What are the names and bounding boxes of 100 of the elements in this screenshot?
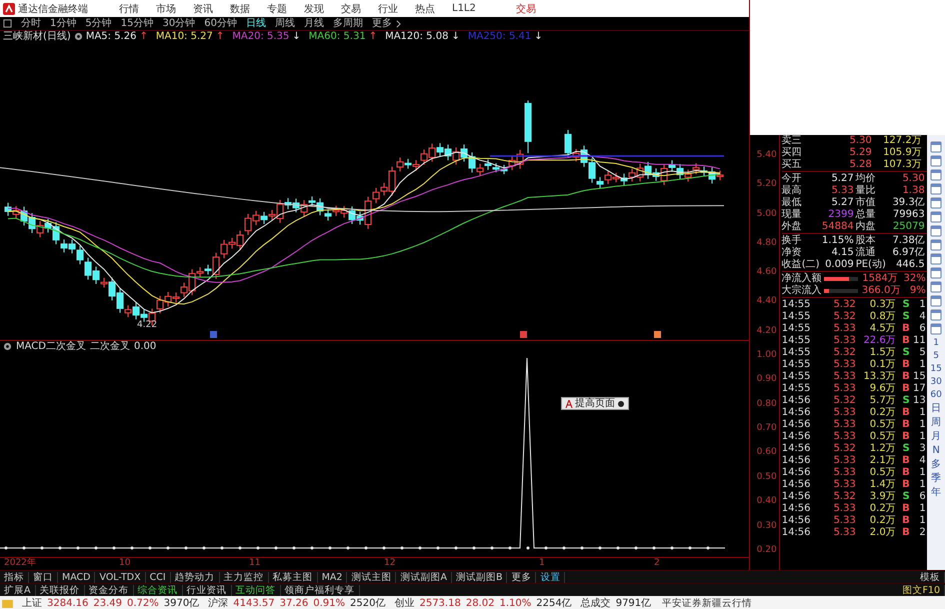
- window-icon[interactable]: [930, 295, 942, 307]
- trend-arrow: ↓: [292, 31, 301, 42]
- trade-time: 14:56: [782, 431, 812, 443]
- period-tab[interactable]: 5分钟: [85, 18, 112, 30]
- window-icon[interactable]: [930, 239, 942, 251]
- window-icon[interactable]: [930, 211, 942, 223]
- indicator-value: 0.00: [134, 341, 156, 352]
- window-icon[interactable]: [930, 323, 942, 335]
- period-button[interactable]: 60: [930, 389, 942, 401]
- trade-side: S: [902, 395, 910, 407]
- index-value: 2573.18: [419, 598, 461, 608]
- stat-label: 换手: [782, 235, 803, 247]
- index-turnover: 2254亿: [536, 597, 572, 609]
- date-axis-label: 12: [384, 558, 396, 570]
- window-icon[interactable]: [930, 155, 942, 167]
- trade-time: 14:56: [782, 455, 812, 467]
- window-icon[interactable]: [930, 197, 942, 209]
- trade-price: 5.33: [832, 383, 856, 395]
- floating-toolbar[interactable]: 提高页面: [561, 397, 629, 410]
- settings-icon[interactable]: [74, 32, 83, 41]
- trend-arrow: ↑: [368, 31, 378, 42]
- period-button[interactable]: 1: [933, 337, 939, 349]
- window-icon[interactable]: [930, 169, 942, 181]
- period-button[interactable]: 5: [933, 350, 939, 362]
- index-name: 上证: [22, 596, 42, 609]
- stat-value: 446.5: [895, 259, 925, 271]
- period-tab[interactable]: 分时: [21, 18, 41, 30]
- menu-item[interactable]: 发现: [304, 2, 324, 16]
- trade-volume: 3.9万: [868, 491, 896, 503]
- menu-item[interactable]: 市场: [156, 2, 176, 16]
- broker-name: 平安证券新疆云行情: [662, 596, 752, 609]
- square-icon[interactable]: [3, 19, 12, 28]
- menu-item[interactable]: 资讯: [193, 2, 213, 16]
- period-tab[interactable]: 多周期: [332, 18, 363, 30]
- menu-item[interactable]: 交易: [341, 2, 361, 16]
- menu-item[interactable]: 专题: [267, 2, 287, 16]
- pin-icon[interactable]: [617, 400, 625, 408]
- trade-time: 14:55: [782, 371, 812, 383]
- trade-volume: 22.6万: [862, 335, 896, 347]
- app-logo-icon: [3, 2, 15, 14]
- cycle-button[interactable]: 日: [931, 402, 942, 415]
- trade-time: 14:56: [782, 443, 812, 455]
- indicator-axis-label: 0.20: [756, 544, 778, 556]
- menu-item[interactable]: 行业: [378, 2, 398, 16]
- stat-label: 净资: [782, 247, 803, 259]
- stat-value: 0.009: [824, 259, 854, 271]
- settings-icon[interactable]: [3, 342, 12, 351]
- stat-value: 1.38: [901, 185, 925, 197]
- window-icon[interactable]: [930, 253, 942, 265]
- low-price-label: 4.22: [137, 320, 158, 330]
- indicator-name: MACD二次金叉: [16, 341, 86, 352]
- trade-link[interactable]: 交易: [516, 2, 536, 16]
- moving-average-value: MA120: 5.08: [385, 31, 448, 42]
- period-tab[interactable]: 60分钟: [204, 18, 237, 30]
- period-button[interactable]: 15: [930, 363, 942, 375]
- window-icon[interactable]: [930, 309, 942, 321]
- menu-item[interactable]: 数据: [230, 2, 250, 16]
- trade-side: B: [901, 503, 910, 515]
- period-tab[interactable]: 30分钟: [162, 18, 196, 30]
- menu-item[interactable]: L1L2: [452, 3, 476, 14]
- trade-price: 5.32: [832, 443, 856, 455]
- total-turnover-label: 总成交: [580, 596, 611, 609]
- trade-time: 14:56: [782, 503, 812, 515]
- cycle-button[interactable]: 多: [931, 458, 942, 471]
- period-tab[interactable]: 15分钟: [120, 18, 154, 30]
- more-periods-tab[interactable]: 更多: [372, 18, 392, 30]
- cycle-button[interactable]: 年: [931, 486, 942, 499]
- cycle-button[interactable]: N: [932, 444, 940, 457]
- order-level-label: 买五: [782, 159, 803, 171]
- window-icon[interactable]: [930, 183, 942, 195]
- period-tab[interactable]: 日线: [246, 18, 266, 30]
- trade-price: 5.33: [832, 515, 856, 527]
- trade-time: 14:55: [782, 299, 812, 311]
- index-value: 4143.57: [233, 598, 275, 608]
- menu-item[interactable]: 行情: [119, 2, 139, 16]
- indicator-axis-label: 0.60: [756, 446, 778, 460]
- trade-volume: 2.1万: [868, 455, 896, 467]
- trade-time: 14:55: [782, 323, 812, 335]
- stat-label: 收益(二): [782, 259, 821, 271]
- menu-item[interactable]: 热点: [415, 2, 435, 16]
- trade-count: 1: [918, 407, 926, 419]
- period-tab[interactable]: 周线: [274, 18, 295, 30]
- trade-time: 14:55: [782, 335, 812, 347]
- cycle-button[interactable]: 周: [931, 416, 942, 429]
- window-icon[interactable]: [930, 281, 942, 293]
- window-icon[interactable]: [930, 225, 942, 237]
- period-button[interactable]: 30: [930, 376, 942, 388]
- period-tab[interactable]: 月线: [304, 18, 324, 30]
- trade-price: 5.32: [832, 299, 856, 311]
- window-icon[interactable]: [930, 267, 942, 279]
- cycle-button[interactable]: 月: [931, 430, 942, 443]
- window-icon[interactable]: [930, 141, 942, 153]
- trade-price: 5.33: [832, 419, 856, 431]
- trade-price: 5.32: [832, 395, 856, 407]
- cycle-button[interactable]: 季: [931, 472, 942, 485]
- price-axis-label: 5.00: [756, 208, 778, 221]
- trade-price: 5.32: [832, 491, 856, 503]
- trade-volume: 0.2万: [868, 407, 896, 419]
- trade-side: B: [901, 515, 910, 527]
- period-tab[interactable]: 1分钟: [50, 18, 76, 30]
